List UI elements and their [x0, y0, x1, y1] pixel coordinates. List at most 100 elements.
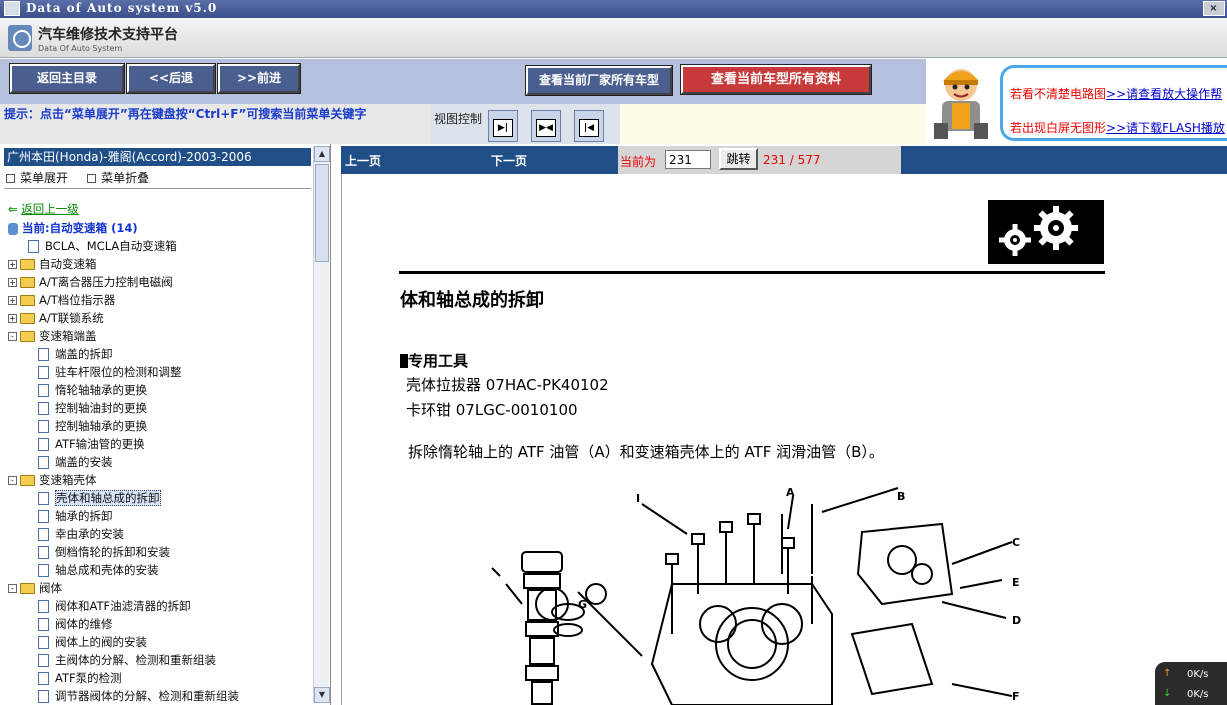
- tree-item-label: 变速箱壳体: [39, 473, 97, 487]
- tree-folder[interactable]: - 变速箱端盖: [8, 327, 97, 345]
- tools-heading: 专用工具: [400, 350, 468, 371]
- tree-item-label: 惰轮轴轴承的更换: [55, 383, 147, 397]
- tree-document[interactable]: 控制轴轴承的更换: [38, 417, 147, 435]
- tree-folder[interactable]: + A/T离合器压力控制电磁阀: [8, 273, 173, 291]
- tree-document[interactable]: 阀体上的阀的安装: [38, 633, 147, 651]
- tree-folder[interactable]: - 变速箱壳体: [8, 471, 97, 489]
- selected-vehicle[interactable]: 广州本田(Honda)-雅阁(Accord)-2003-2006: [4, 148, 311, 166]
- tree-divider: [4, 188, 311, 189]
- gear-logo-icon: [988, 200, 1104, 264]
- tree-scrollbar[interactable]: ▲ ▼: [313, 146, 330, 703]
- tree-document[interactable]: 主阀体的分解、检测和重新组装: [38, 651, 216, 669]
- tree-document[interactable]: 驻车杆限位的检测和调整: [38, 363, 182, 381]
- tree-folder[interactable]: - 阀体: [8, 579, 62, 597]
- collapse-minus-icon[interactable]: -: [8, 476, 17, 485]
- tree-document[interactable]: 控制轴油封的更换: [38, 399, 147, 417]
- page-number-input[interactable]: [665, 150, 711, 169]
- tree-item-label: 阀体: [39, 581, 62, 595]
- collapse-menu-button[interactable]: 菜单折叠: [87, 171, 149, 185]
- document-icon: [38, 654, 49, 667]
- document-title: 体和轴总成的拆卸: [400, 290, 544, 311]
- callout-b: B: [897, 490, 905, 503]
- view-expand-left-button[interactable]: |◀: [574, 110, 604, 142]
- tree-item-label: BCLA、MCLA自动变速箱: [45, 239, 177, 253]
- tree-item-label: A/T联锁系统: [39, 311, 104, 325]
- tree-document[interactable]: 幸由承的安装: [38, 525, 124, 543]
- toolbar-spacer: [620, 104, 926, 144]
- collapse-label: 菜单折叠: [101, 171, 150, 185]
- scroll-thumb[interactable]: [315, 164, 329, 262]
- all-models-button[interactable]: 查看当前厂家所有车型: [525, 65, 673, 96]
- expand-plus-icon[interactable]: +: [8, 314, 17, 323]
- tree-document[interactable]: ATF输油管的更换: [38, 435, 145, 453]
- page-jump-box: 当前为 跳转 231 / 577: [618, 146, 901, 174]
- tree-document[interactable]: 端盖的拆卸: [38, 345, 113, 363]
- callout-d: D: [1012, 614, 1021, 627]
- prev-page-link[interactable]: 上一页: [345, 152, 381, 169]
- callout-a: A: [786, 486, 795, 499]
- current-category: 当前:自动变速箱 (14): [8, 219, 138, 237]
- tree-document[interactable]: 阀体的维修: [38, 615, 113, 633]
- tree-document[interactable]: 阀体和ATF油滤清器的拆卸: [38, 597, 191, 615]
- flash-download-link[interactable]: >>请下载FLASH播放: [1106, 121, 1225, 135]
- tree-document[interactable]: 倒档惰轮的拆卸和安装: [38, 543, 170, 561]
- download-speed: 0K/s: [1187, 689, 1209, 700]
- tree-document[interactable]: ATF泵的检测: [38, 669, 122, 687]
- tree-folder[interactable]: + A/T档位指示器: [8, 291, 115, 309]
- tree-item-label: 变速箱端盖: [39, 329, 97, 343]
- all-documents-button[interactable]: 查看当前车型所有资料: [680, 64, 872, 95]
- scroll-up-icon[interactable]: ▲: [314, 146, 330, 162]
- expand-plus-icon[interactable]: +: [8, 278, 17, 287]
- document-icon: [38, 564, 49, 577]
- tree-document[interactable]: 端盖的安装: [38, 453, 113, 471]
- jump-button[interactable]: 跳转: [719, 148, 758, 170]
- document-icon: [38, 384, 49, 397]
- document-icon: [38, 690, 49, 703]
- view-split-button[interactable]: ▶◀: [531, 110, 561, 142]
- next-page-link[interactable]: 下一页: [491, 152, 527, 169]
- document-viewer: 体和轴总成的拆卸 专用工具 壳体拉拔器 07HAC-PK40102 卡环钳 07…: [341, 174, 1227, 705]
- collapse-minus-icon[interactable]: -: [8, 332, 17, 341]
- wrench-logo-icon: [8, 25, 32, 51]
- tree-document[interactable]: 惰轮轴轴承的更换: [38, 381, 147, 399]
- tree-document[interactable]: 轴承的拆卸: [38, 507, 113, 525]
- mechanic-mascot-icon: [934, 69, 988, 139]
- tree-item-label: 端盖的安装: [55, 455, 113, 469]
- tree-document[interactable]: 壳体和轴总成的拆卸: [38, 489, 161, 507]
- expand-plus-icon[interactable]: +: [8, 260, 17, 269]
- current-page-label: 当前为: [620, 155, 657, 169]
- tree-document[interactable]: 轴总成和壳体的安装: [38, 561, 159, 579]
- callout-i: I: [636, 492, 640, 505]
- window-title: Data of Auto system v5.0: [26, 1, 218, 15]
- document-header-rule: [399, 271, 1105, 274]
- tree-item-label: 阀体和ATF油滤清器的拆卸: [55, 599, 191, 613]
- document-icon: [38, 492, 49, 505]
- back-button[interactable]: <<后退: [126, 63, 216, 94]
- callout-c: C: [1012, 536, 1020, 549]
- tree-document[interactable]: 调节器阀体的分解、检测和重新组装: [38, 687, 239, 705]
- tree-folder[interactable]: + 自动变速箱: [8, 255, 97, 273]
- home-button[interactable]: 返回主目录: [9, 63, 125, 94]
- tree-item-label: 调节器阀体的分解、检测和重新组装: [55, 689, 239, 703]
- collapse-minus-icon[interactable]: -: [8, 584, 17, 593]
- split-arrows-icon: ▶◀: [536, 119, 556, 137]
- expand-plus-icon[interactable]: +: [8, 296, 17, 305]
- document-icon: [38, 600, 49, 613]
- cylinder-icon: [8, 222, 18, 235]
- expand-menu-button[interactable]: 菜单展开: [6, 171, 68, 185]
- tree-folder[interactable]: + A/T联锁系统: [8, 309, 104, 327]
- ad-line-1: 若看不清楚电路图>>请查看放大操作帮: [1010, 85, 1222, 102]
- window-titlebar: Data of Auto system v5.0 ×: [0, 0, 1227, 18]
- back-up-link[interactable]: ⇐ 返回上一级: [8, 200, 79, 218]
- expand-label: 菜单展开: [20, 171, 69, 185]
- zoom-help-link[interactable]: >>请查看放大操作帮: [1106, 87, 1222, 101]
- tree-item-label: A/T离合器压力控制电磁阀: [39, 275, 173, 289]
- green-back-arrow-icon: ⇐: [8, 202, 18, 216]
- tree-document[interactable]: BCLA、MCLA自动变速箱: [28, 237, 177, 255]
- view-expand-right-button[interactable]: ▶|: [488, 110, 518, 142]
- scroll-down-icon[interactable]: ▼: [314, 687, 330, 703]
- close-window-button[interactable]: ×: [1203, 1, 1225, 16]
- document-icon: [38, 402, 49, 415]
- forward-button[interactable]: >>前进: [217, 63, 301, 94]
- app-name: 汽车维修技术支持平台: [38, 27, 178, 43]
